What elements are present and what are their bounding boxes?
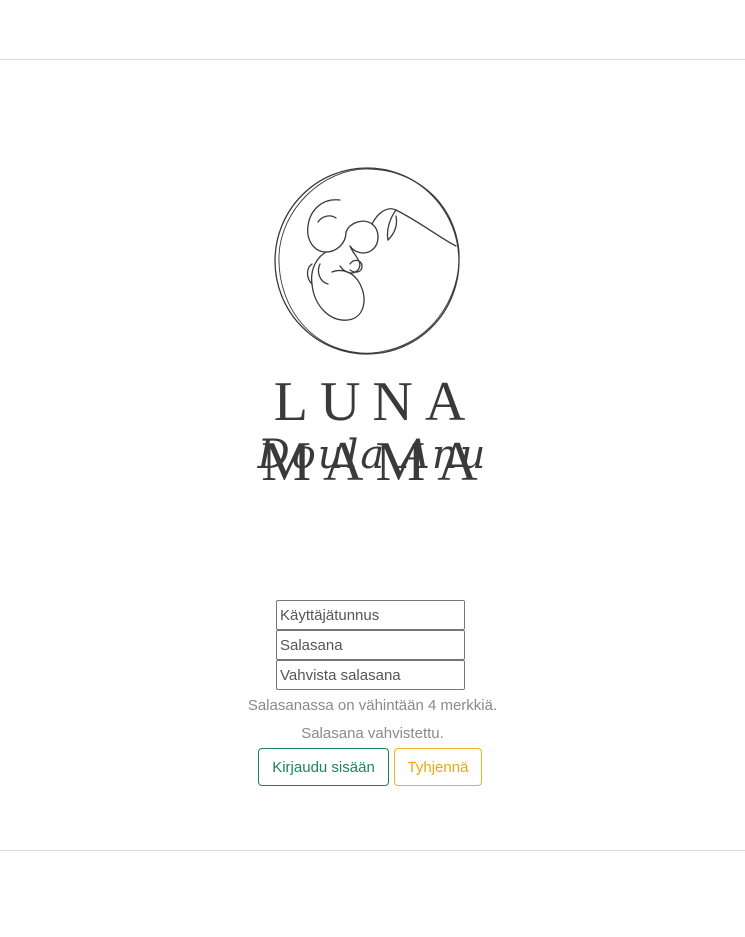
fetus-in-circle-line-art-icon xyxy=(274,167,460,355)
login-button[interactable]: Kirjaudu sisään xyxy=(258,748,389,786)
clear-button[interactable]: Tyhjennä xyxy=(394,748,482,786)
brand-subtitle: Doula Anu xyxy=(257,432,488,478)
password-length-message: Salasanassa on vähintään 4 merkkiä. xyxy=(247,697,498,714)
username-input[interactable] xyxy=(276,600,465,630)
top-divider xyxy=(0,59,745,60)
confirm-password-input[interactable] xyxy=(276,660,465,690)
bottom-divider xyxy=(0,850,745,851)
password-confirmed-message: Salasana vahvistettu. xyxy=(301,725,444,742)
password-input[interactable] xyxy=(276,630,465,660)
brand-logo: LUNA MAMA Doula Anu xyxy=(150,160,595,492)
